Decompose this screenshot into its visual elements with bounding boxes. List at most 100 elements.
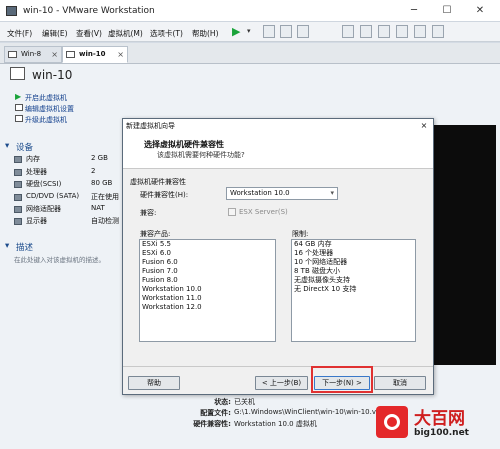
list-item[interactable]: Workstation 10.0 [140, 285, 275, 294]
limitations-list[interactable]: 64 GB 内存 16 个处理器 10 个网络适配器 8 TB 磁盘大小 无虚拟… [291, 239, 416, 342]
manage-snapshots-icon[interactable] [297, 25, 309, 38]
config-file-label: 配置文件: [200, 409, 231, 417]
memory-icon [14, 156, 22, 163]
tab-close-icon[interactable]: × [117, 47, 124, 62]
list-item: 无虚拟摄像头支持 [294, 276, 350, 284]
dialog-title: 新建虚拟机向导 [123, 119, 433, 133]
description-heading: 描述 [16, 243, 34, 253]
edit-settings-icon [15, 104, 23, 111]
upgrade-icon [15, 115, 23, 122]
hw-compat-label: 硬件兼容性: [193, 420, 231, 428]
vm-name: win-10 [32, 68, 73, 82]
tab-win10[interactable]: win-10 × [62, 46, 128, 63]
list-item[interactable]: ESXi 5.5 [140, 240, 275, 249]
list-item: 8 TB 磁盘大小 [294, 267, 340, 275]
unity-icon[interactable] [414, 25, 426, 38]
vm-icon [10, 67, 25, 80]
chevron-down-icon: ▾ [330, 189, 334, 197]
select-value: Workstation 10.0 [230, 189, 290, 197]
list-item: 16 个处理器 [294, 249, 334, 257]
list-item[interactable]: Fusion 7.0 [140, 267, 275, 276]
tab-win8[interactable]: Win-8 × [4, 46, 62, 63]
revert-snapshot-icon[interactable] [280, 25, 292, 38]
watermark-brand: 大百网 [414, 409, 465, 429]
minimize-button[interactable]: ─ [400, 3, 428, 18]
maximize-button[interactable]: ☐ [433, 3, 461, 18]
hard-disk-icon [14, 181, 22, 188]
dialog-close-button[interactable]: × [417, 119, 431, 133]
device-display[interactable]: 显示器 自动检测 [14, 216, 124, 227]
dialog-footer-divider [123, 366, 433, 367]
compatible-products-list[interactable]: ESXi 5.5 ESXi 6.0 Fusion 6.0 Fusion 7.0 … [139, 239, 276, 342]
vm-tab-icon [8, 51, 17, 58]
vm-screen-thumbnail[interactable] [432, 125, 496, 365]
devices-heading: 设备 [16, 143, 34, 153]
action-power-on[interactable]: 开启此虚拟机 [25, 93, 67, 103]
tab-close-icon[interactable]: × [51, 47, 58, 62]
esx-server-checkbox[interactable] [228, 208, 236, 216]
menu-file[interactable]: 文件(F) [7, 28, 32, 39]
list-item: 64 GB 内存 [294, 240, 332, 248]
tab-label: win-10 [79, 50, 106, 58]
vmware-app-icon [6, 6, 17, 16]
state-value: 已关机 [234, 398, 255, 406]
snapshot-icon[interactable] [263, 25, 275, 38]
device-network[interactable]: 网络适配器 NAT [14, 204, 124, 215]
dropdown-arrow-icon[interactable]: ▾ [247, 27, 251, 35]
list-item[interactable]: Fusion 8.0 [140, 276, 275, 285]
stretch-icon[interactable] [432, 25, 444, 38]
menu-vm[interactable]: 虚拟机(M) [108, 28, 143, 39]
esx-server-label: ESX Server(S) [239, 208, 288, 216]
console-view-icon[interactable] [378, 25, 390, 38]
list-item: 10 个网络适配器 [294, 258, 348, 266]
tab-label: Win-8 [21, 50, 42, 58]
menu-view[interactable]: 查看(V) [76, 28, 102, 39]
description-placeholder[interactable]: 在此处键入对该虚拟机的描述。 [14, 254, 105, 264]
config-file-value: G:\1.Windows\WinClient\win-10\win-10.v [234, 408, 377, 416]
thumbnail-icon[interactable] [360, 25, 372, 38]
brand-logo-icon [376, 406, 408, 438]
display-icon [14, 218, 22, 225]
fullscreen-icon[interactable] [396, 25, 408, 38]
watermark-url: big100.net [414, 428, 469, 438]
highlight-box [311, 366, 373, 393]
vm-tab-icon [66, 51, 75, 58]
play-icon: ▶ [15, 92, 22, 101]
processor-icon [14, 169, 22, 176]
device-cd-dvd[interactable]: CD/DVD (SATA) 正在使用 [14, 192, 124, 203]
menu-help[interactable]: 帮助(H) [192, 28, 219, 39]
wizard-step-subheading: 该虚拟机需要何种硬件功能? [157, 151, 245, 159]
help-button[interactable]: 帮助 [128, 376, 180, 390]
state-label: 状态: [214, 398, 231, 406]
close-window-button[interactable]: ✕ [466, 3, 494, 18]
collapse-description-icon[interactable]: ▾ [5, 241, 9, 251]
wizard-step-heading: 选择虚拟机硬件兼容性 [144, 140, 224, 149]
compatible-label: 兼容: [140, 209, 157, 217]
action-edit-settings[interactable]: 编辑虚拟机设置 [25, 104, 74, 114]
network-adapter-icon [14, 206, 22, 213]
hw-compat-value: Workstation 10.0 虚拟机 [234, 420, 317, 428]
device-processor[interactable]: 处理器 2 [14, 167, 124, 178]
compat-label: 硬件兼容性(H): [140, 191, 189, 199]
hardware-compat-select[interactable]: Workstation 10.0 ▾ [226, 187, 338, 200]
menu-tabs[interactable]: 选项卡(T) [150, 28, 183, 39]
cd-dvd-icon [14, 194, 22, 201]
list-item[interactable]: Workstation 11.0 [140, 294, 275, 303]
cancel-button[interactable]: 取消 [374, 376, 426, 390]
watermark-logo: 大百网 big100.net [376, 402, 496, 442]
collapse-devices-icon[interactable]: ▾ [5, 141, 9, 151]
list-item: 无 DirectX 10 支持 [294, 285, 357, 293]
list-item[interactable]: Fusion 6.0 [140, 258, 275, 267]
group-label: 虚拟机硬件兼容性 [130, 178, 186, 186]
list-item[interactable]: ESXi 6.0 [140, 249, 275, 258]
back-button[interactable]: < 上一步(B) [255, 376, 308, 390]
action-upgrade[interactable]: 升级此虚拟机 [25, 115, 67, 125]
power-on-icon[interactable]: ▶ [232, 25, 240, 38]
device-memory[interactable]: 内存 2 GB [14, 154, 124, 165]
limits-label: 限制: [292, 230, 309, 238]
device-hard-disk[interactable]: 硬盘(SCSI) 80 GB [14, 179, 124, 190]
products-label: 兼容产品: [140, 230, 171, 238]
menu-edit[interactable]: 编辑(E) [42, 28, 68, 39]
list-item[interactable]: Workstation 12.0 [140, 303, 275, 312]
library-icon[interactable] [342, 25, 354, 38]
